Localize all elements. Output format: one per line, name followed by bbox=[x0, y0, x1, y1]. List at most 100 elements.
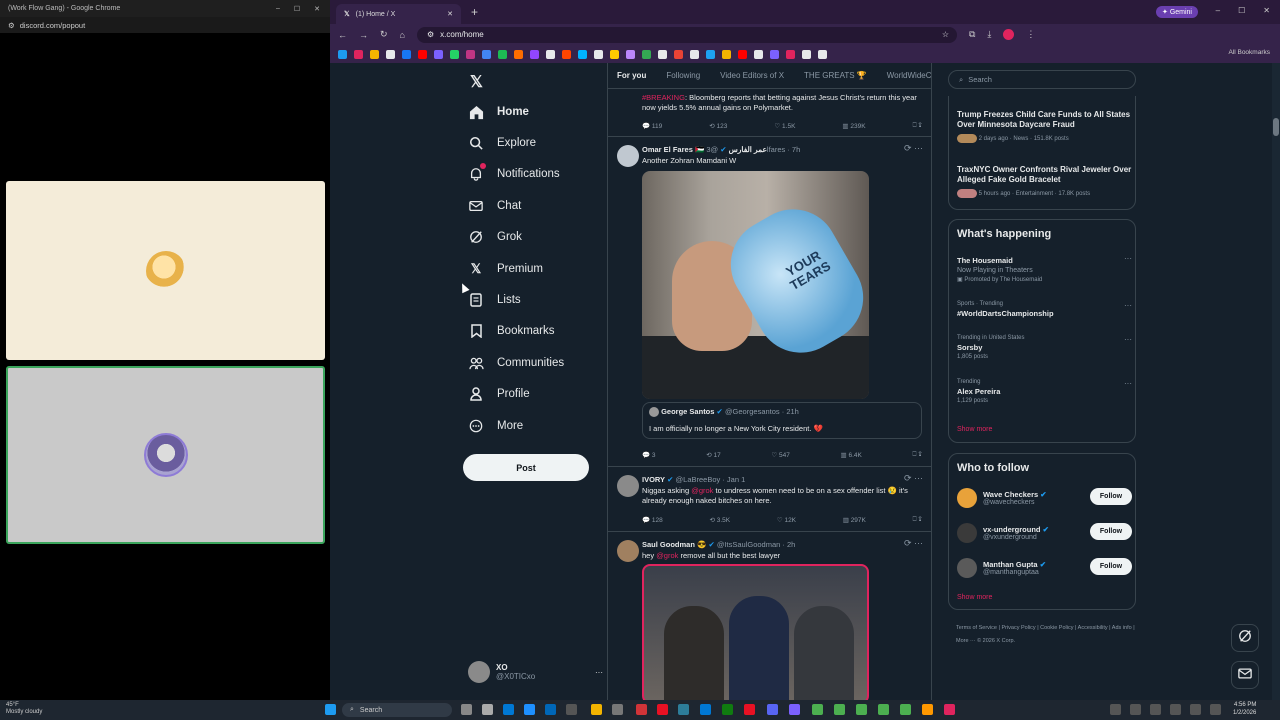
nav-explore[interactable]: Explore bbox=[468, 135, 536, 151]
tweet-image[interactable]: YOUR TEARS bbox=[642, 171, 869, 399]
camera-icon[interactable] bbox=[612, 704, 623, 715]
bookmark-favicon-icon[interactable] bbox=[578, 49, 587, 59]
weather-widget[interactable]: 45°F Mostly cloudy bbox=[6, 702, 42, 716]
bookmark-favicon-icon[interactable] bbox=[530, 49, 539, 59]
messages-fab-button[interactable] bbox=[1231, 661, 1259, 689]
bookmark-star-icon[interactable]: ☆ bbox=[942, 30, 949, 39]
store-icon[interactable] bbox=[503, 704, 514, 715]
quoted-tweet[interactable]: George Santos ✔ @Georgesantos · 21h I am… bbox=[642, 402, 922, 439]
trend-item[interactable]: Trending in United States Sorsby 1,805 p… bbox=[957, 335, 1132, 360]
repost-button[interactable]: ⟲ 17 bbox=[706, 451, 721, 459]
windows-start-icon[interactable] bbox=[325, 704, 336, 715]
app-icon[interactable] bbox=[789, 704, 800, 715]
avatar[interactable] bbox=[617, 540, 639, 562]
trend-item[interactable]: The Housemaid Now Playing in Theaters ▣ … bbox=[957, 254, 1132, 283]
tray-icon[interactable] bbox=[1150, 704, 1161, 715]
reply-button[interactable]: 💬 119 bbox=[642, 122, 662, 130]
app-icon[interactable] bbox=[700, 704, 711, 715]
hashtag[interactable]: #BREAKING bbox=[642, 93, 685, 102]
chrome-icon[interactable] bbox=[834, 704, 845, 715]
tab-the-greats[interactable]: THE GREATS 🏆 bbox=[804, 71, 867, 80]
like-button[interactable]: ♡ 547 bbox=[771, 451, 790, 459]
app-icon[interactable] bbox=[944, 704, 955, 715]
author-handle[interactable]: @LaBreeBoy · Jan 1 bbox=[676, 475, 746, 484]
follow-button[interactable]: Follow bbox=[1090, 488, 1132, 505]
bookmark-icon[interactable]: ⎕ bbox=[913, 516, 917, 523]
app-icon[interactable] bbox=[678, 704, 689, 715]
maximize-icon[interactable]: ☐ bbox=[1238, 6, 1245, 15]
nav-chat[interactable]: Chat bbox=[468, 198, 521, 214]
discord-icon[interactable] bbox=[767, 704, 778, 715]
voice-tile-2-speaking[interactable] bbox=[6, 366, 325, 544]
bookmark-favicon-icon[interactable] bbox=[786, 49, 795, 59]
author-name[interactable]: Saul Goodman 😎 bbox=[642, 540, 706, 549]
back-icon[interactable]: ← bbox=[338, 30, 347, 40]
bookmark-favicon-icon[interactable] bbox=[658, 49, 667, 59]
nav-grok[interactable]: Grok bbox=[468, 229, 522, 245]
share-icon[interactable]: ⇪ bbox=[918, 516, 922, 523]
more-dots-icon[interactable]: ··· bbox=[1124, 379, 1132, 388]
bookmark-favicon-icon[interactable] bbox=[594, 49, 603, 59]
chrome-icon[interactable] bbox=[812, 704, 823, 715]
nav-lists[interactable]: Lists bbox=[468, 292, 521, 308]
taskbar-clock[interactable]: 4:56 PM 1/2/2026 bbox=[1233, 701, 1256, 717]
forward-icon[interactable]: → bbox=[359, 30, 368, 40]
tweet[interactable]: Saul Goodman 😎 ✔ @ItsSaulGoodman · 2h ⟳ … bbox=[608, 532, 931, 700]
bookmark-favicon-icon[interactable] bbox=[418, 49, 427, 59]
more-dots-icon[interactable]: ··· bbox=[595, 668, 603, 677]
bookmark-favicon-icon[interactable] bbox=[402, 49, 411, 59]
menu-kebab-icon[interactable]: ⋮ bbox=[1026, 29, 1035, 40]
tray-icon[interactable] bbox=[1110, 704, 1121, 715]
gemini-button[interactable]: ✦ Gemini bbox=[1156, 6, 1198, 18]
more-dots-icon[interactable]: ··· bbox=[1124, 301, 1132, 310]
tab-for-you[interactable]: For you bbox=[617, 71, 646, 80]
bookmark-favicon-icon[interactable] bbox=[434, 49, 443, 59]
nav-bookmarks[interactable]: Bookmarks bbox=[468, 323, 555, 339]
like-button[interactable]: ♡ 12K bbox=[777, 516, 796, 524]
follow-button[interactable]: Follow bbox=[1090, 558, 1132, 575]
xbox-icon[interactable] bbox=[722, 704, 733, 715]
bookmark-favicon-icon[interactable] bbox=[706, 49, 715, 59]
scrollbar-thumb[interactable] bbox=[1273, 118, 1279, 136]
mail-icon[interactable] bbox=[545, 704, 556, 715]
bookmark-favicon-icon[interactable] bbox=[546, 49, 555, 59]
voice-tile-1[interactable] bbox=[6, 181, 325, 360]
extensions-icon[interactable]: ⧉ bbox=[969, 29, 975, 40]
tweet[interactable]: #BREAKING: Bloomberg reports that bettin… bbox=[608, 89, 931, 137]
bookmark-favicon-icon[interactable] bbox=[754, 49, 763, 59]
avatar[interactable] bbox=[617, 145, 639, 167]
nav-premium[interactable]: 𝕏 Premium bbox=[468, 261, 543, 277]
nav-home[interactable]: Home bbox=[468, 104, 529, 120]
bookmark-favicon-icon[interactable] bbox=[674, 49, 683, 59]
tab-following[interactable]: Following bbox=[666, 71, 700, 80]
reply-button[interactable]: 💬 128 bbox=[642, 516, 663, 524]
close-icon[interactable]: ✕ bbox=[314, 5, 320, 13]
folder-icon[interactable] bbox=[591, 704, 602, 715]
more-dots-icon[interactable]: ··· bbox=[1124, 254, 1132, 263]
tray-icon[interactable] bbox=[1170, 704, 1181, 715]
bookmark-favicon-icon[interactable] bbox=[642, 49, 651, 59]
show-more-link[interactable]: Show more bbox=[957, 594, 992, 601]
app-icon[interactable] bbox=[566, 704, 577, 715]
follow-suggestion[interactable]: Manthan Gupta ✔ @manthanguptaa Follow bbox=[957, 555, 1132, 581]
downloads-icon[interactable]: ⤓ bbox=[987, 29, 991, 40]
share-icon[interactable]: ⇪ bbox=[918, 122, 922, 129]
maximize-icon[interactable]: ☐ bbox=[294, 5, 300, 13]
post-button[interactable]: Post bbox=[463, 454, 589, 481]
more-dots-icon[interactable]: ⟳ ··· bbox=[904, 538, 923, 549]
tab-close-icon[interactable]: ✕ bbox=[447, 10, 453, 18]
news-item[interactable]: TraxNYC Owner Confronts Rival Jeweler Ov… bbox=[957, 163, 1132, 198]
address-bar[interactable]: ⚙ x.com/home ☆ bbox=[416, 26, 957, 43]
views-button[interactable]: ▥ 6.4K bbox=[841, 451, 862, 459]
grok-fab-button[interactable] bbox=[1231, 624, 1259, 652]
views-button[interactable]: ▥ 239K bbox=[842, 122, 865, 130]
more-dots-icon[interactable]: ··· bbox=[1124, 335, 1132, 344]
follow-suggestion[interactable]: Wave Checkers ✔ @wavecheckers Follow bbox=[957, 485, 1132, 511]
close-icon[interactable]: ✕ bbox=[1263, 6, 1270, 15]
bookmark-favicon-icon[interactable] bbox=[610, 49, 619, 59]
footer-links[interactable]: Terms of Service | Privacy Policy | Cook… bbox=[956, 622, 1136, 648]
bookmark-favicon-icon[interactable] bbox=[498, 49, 507, 59]
tray-icon[interactable] bbox=[1190, 704, 1201, 715]
bookmark-favicon-icon[interactable] bbox=[514, 49, 523, 59]
search-input[interactable]: ⌕ Search bbox=[948, 70, 1136, 89]
